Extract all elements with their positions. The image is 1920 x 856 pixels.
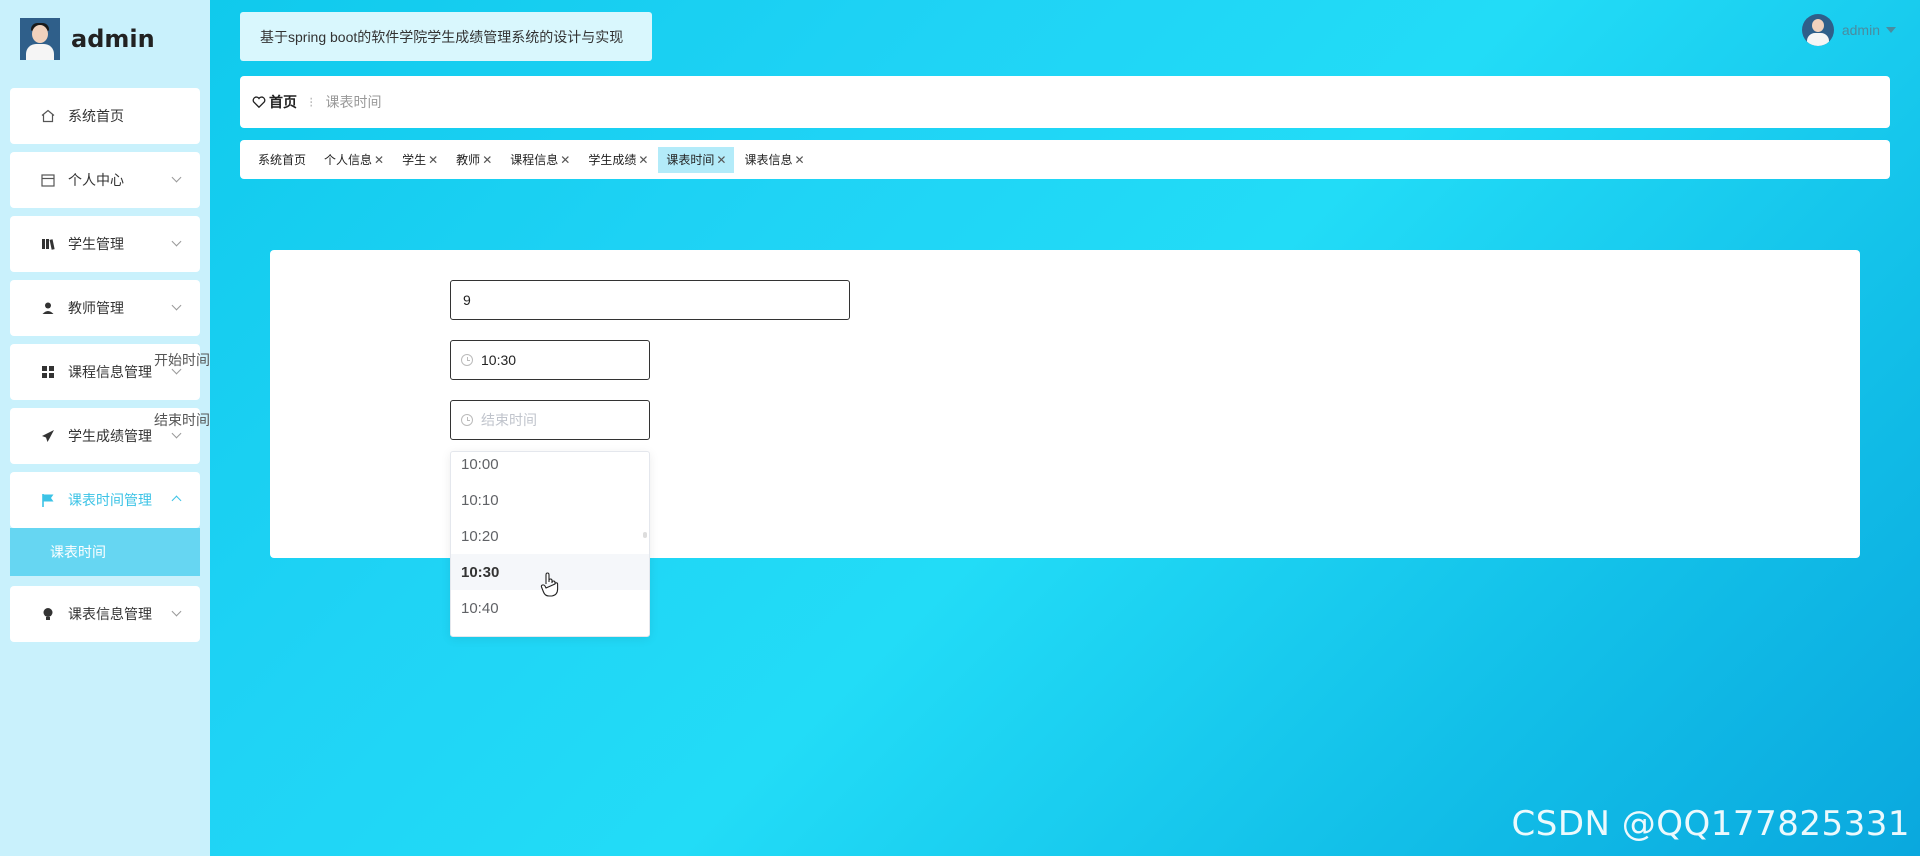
- sidebar-item-teacher-management[interactable]: 教师管理: [10, 280, 200, 336]
- tab-label: 课程信息: [510, 153, 559, 167]
- hand-cursor-icon: [540, 572, 559, 597]
- close-icon[interactable]: ✕: [428, 153, 438, 167]
- user-name: admin: [1841, 22, 1880, 38]
- end-time-placeholder: 结束时间: [481, 412, 537, 428]
- sidebar-item-label: 学生管理: [68, 236, 124, 252]
- sidebar-item-student-management[interactable]: 学生管理: [10, 216, 200, 272]
- tabs-bar: 系统首页 个人信息 ✕ 学生 ✕ 教师 ✕ 课程信息 ✕ 学生成绩 ✕ 课表时间 ✕ 课表信…: [240, 140, 1890, 179]
- tab-course-info[interactable]: 课程信息 ✕: [502, 147, 578, 173]
- person-icon: [40, 300, 56, 316]
- caret-down-icon: [1886, 27, 1896, 33]
- sidebar-item-label: 教师管理: [68, 300, 124, 316]
- tab-label: 学生: [402, 153, 427, 167]
- close-icon[interactable]: ✕: [795, 153, 805, 167]
- tab-label: 课表信息: [744, 153, 793, 167]
- heart-icon: [252, 96, 266, 109]
- tab-teacher[interactable]: 教师 ✕: [448, 147, 500, 173]
- brand-avatar: [20, 18, 60, 60]
- brand-name: admin: [71, 25, 155, 53]
- breadcrumb: 首页 ⁝ 课表时间: [240, 76, 1890, 128]
- tab-system-home[interactable]: 系统首页: [250, 147, 314, 173]
- watermark: CSDN @QQ177825331: [1511, 804, 1910, 844]
- close-icon[interactable]: ✕: [374, 153, 384, 167]
- start-time-value: 10:30: [481, 352, 517, 368]
- time-option[interactable]: 10:10: [451, 482, 649, 518]
- period-value: 9: [463, 292, 471, 308]
- tab-schedule-info[interactable]: 课表信息 ✕: [736, 147, 812, 173]
- time-option[interactable]: 10:00: [451, 452, 649, 482]
- grid-icon: [40, 364, 56, 380]
- user-menu[interactable]: admin: [1801, 14, 1896, 46]
- start-time-input[interactable]: 10:30: [450, 340, 650, 380]
- sidebar-subitem-schedule-time[interactable]: 课表时间: [10, 528, 200, 576]
- tab-student[interactable]: 学生 ✕: [394, 147, 446, 173]
- chevron-down-icon: [171, 236, 182, 247]
- time-option[interactable]: 10:20: [451, 518, 649, 554]
- time-select-dropdown[interactable]: 10:00 10:10 10:20 10:30 10:40: [450, 451, 650, 637]
- tab-student-grades[interactable]: 学生成绩 ✕: [580, 147, 656, 173]
- close-icon[interactable]: ✕: [482, 153, 492, 167]
- sidebar-item-schedule-info-management[interactable]: 课表信息管理: [10, 586, 200, 642]
- tab-personal-info[interactable]: 个人信息 ✕: [316, 147, 392, 173]
- dropdown-scrollbar[interactable]: [643, 532, 647, 538]
- sidebar-item-schedule-time-management[interactable]: 课表时间管理: [10, 472, 200, 528]
- tab-label: 系统首页: [258, 153, 307, 167]
- close-icon[interactable]: ✕: [716, 153, 726, 167]
- flag-icon: [40, 492, 56, 508]
- tab-label: 教师: [456, 153, 481, 167]
- clock-icon: [461, 414, 473, 426]
- sidebar-item-label: 课表信息管理: [68, 606, 152, 622]
- chevron-down-icon: [171, 606, 182, 617]
- sidebar-item-label: 系统首页: [68, 108, 124, 124]
- sidebar-item-home[interactable]: 系统首页: [10, 88, 200, 144]
- send-icon: [40, 428, 56, 444]
- period-input[interactable]: 9: [450, 280, 850, 320]
- tab-label: 学生成绩: [588, 153, 637, 167]
- breadcrumb-separator: ⁝: [309, 93, 314, 110]
- chevron-down-icon: [171, 428, 182, 439]
- tab-label: 课表时间: [666, 153, 715, 167]
- chevron-up-icon: [171, 495, 182, 506]
- books-icon: [40, 236, 56, 252]
- end-time-input[interactable]: 结束时间: [450, 400, 650, 440]
- sidebar-item-personal-center[interactable]: 个人中心: [10, 152, 200, 208]
- tab-schedule-time[interactable]: 课表时间 ✕: [658, 146, 735, 173]
- tab-label: 个人信息: [324, 153, 373, 167]
- chevron-down-icon: [171, 300, 182, 311]
- start-time-label: 开始时间: [154, 352, 210, 368]
- clock-icon: [461, 354, 473, 366]
- chevron-down-icon: [171, 172, 182, 183]
- breadcrumb-current: 课表时间: [325, 94, 382, 110]
- breadcrumb-home-label: 首页: [269, 94, 297, 110]
- sidebar-item-label: 个人中心: [68, 172, 124, 188]
- close-icon[interactable]: ✕: [560, 153, 570, 167]
- home-icon: [40, 108, 56, 124]
- avatar: [1801, 14, 1834, 46]
- calendar-icon: [40, 172, 56, 188]
- breadcrumb-home[interactable]: 首页: [252, 92, 297, 112]
- system-title: 基于spring boot的软件学院学生成绩管理系统的设计与实现: [240, 12, 652, 61]
- sidebar-item-label: 课表时间管理: [68, 492, 152, 508]
- end-time-label: 结束时间: [154, 412, 210, 428]
- brand: admin: [20, 18, 155, 60]
- close-icon[interactable]: ✕: [638, 153, 648, 167]
- bulb-icon: [40, 606, 56, 622]
